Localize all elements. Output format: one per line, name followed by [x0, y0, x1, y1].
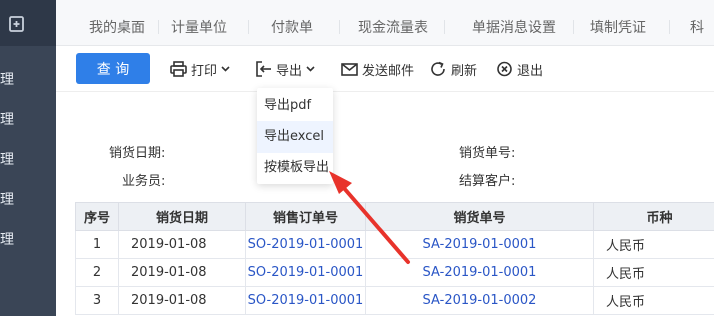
tab-doc-message-settings[interactable]: 单据消息设置: [472, 0, 556, 46]
row-currency: 人民币: [593, 286, 714, 315]
export-label: 导出: [276, 63, 303, 79]
send-mail-label: 发送邮件: [362, 63, 415, 79]
chevron-down-icon: [306, 66, 315, 72]
export-button[interactable]: 导出: [255, 58, 319, 80]
sidebar-item-3[interactable]: 理: [0, 149, 40, 169]
tab-unit-of-measure[interactable]: 计量单位: [171, 0, 227, 46]
row-sale-date: 2019-01-08: [118, 230, 246, 259]
col-header-sale-no[interactable]: 销货单号: [365, 202, 594, 231]
sale-date-label: 销货日期:: [109, 146, 166, 161]
app-root: 理 理 理 理 理 我的桌面 计量单位 付款单 现金流量表 单据消息设置 填制凭…: [0, 0, 714, 316]
col-header-currency[interactable]: 币种: [593, 202, 714, 231]
sale-no-label: 销货单号:: [459, 146, 516, 161]
tab-payment[interactable]: 付款单: [271, 0, 313, 46]
export-icon: [256, 61, 271, 77]
sidebar-item-4[interactable]: 理: [0, 189, 40, 209]
exit-label: 退出: [517, 63, 544, 79]
tab-divider: [669, 20, 670, 34]
col-header-sale-date[interactable]: 销货日期: [118, 202, 246, 231]
tab-partial[interactable]: 科: [690, 0, 704, 46]
sidebar: 理 理 理 理 理: [0, 0, 56, 316]
exit-button[interactable]: 退出: [496, 58, 543, 80]
export-dropdown-menu: 导出pdf 导出excel 按模板导出: [257, 88, 333, 184]
row-order-no-link[interactable]: SO-2019-01-0001: [245, 258, 366, 287]
refresh-icon: [431, 61, 445, 76]
row-currency: 人民币: [593, 258, 714, 287]
row-sale-date: 2019-01-08: [118, 286, 246, 315]
printer-icon: [170, 61, 187, 77]
refresh-button[interactable]: 刷新: [430, 58, 477, 80]
row-index: 2: [75, 258, 119, 287]
print-label: 打印: [191, 63, 218, 79]
row-sale-date: 2019-01-08: [118, 258, 246, 287]
query-button[interactable]: 查 询: [76, 53, 150, 84]
sidebar-header: [0, 0, 56, 46]
tab-fill-voucher[interactable]: 填制凭证: [590, 0, 646, 46]
toolbar: 查 询 打印 导出 发送邮件 刷新 退出: [56, 46, 714, 92]
col-header-order-no[interactable]: 销售订单号: [245, 202, 366, 231]
sidebar-item-2[interactable]: 理: [0, 109, 40, 129]
export-excel-option[interactable]: 导出excel: [257, 121, 333, 153]
tab-divider: [444, 20, 445, 34]
tab-divider: [158, 20, 159, 34]
print-button[interactable]: 打印: [170, 58, 234, 80]
row-order-no-link[interactable]: SO-2019-01-0001: [245, 230, 366, 259]
row-order-no-link[interactable]: SO-2019-01-0001: [245, 286, 366, 315]
tab-divider: [339, 20, 340, 34]
add-page-icon[interactable]: [8, 15, 26, 33]
row-index: 3: [75, 286, 119, 315]
export-pdf-option[interactable]: 导出pdf: [257, 90, 333, 122]
tab-my-desktop[interactable]: 我的桌面: [89, 0, 145, 46]
settle-customer-label: 结算客户:: [459, 174, 516, 189]
row-sale-no-link[interactable]: SA-2019-01-0002: [365, 286, 594, 315]
tab-bar: 我的桌面 计量单位 付款单 现金流量表 单据消息设置 填制凭证 科: [56, 0, 714, 46]
export-by-template-option[interactable]: 按模板导出: [257, 152, 333, 184]
sidebar-item-5[interactable]: 理: [0, 229, 40, 249]
row-sale-no-link[interactable]: SA-2019-01-0001: [365, 230, 594, 259]
tab-cash-flow[interactable]: 现金流量表: [358, 0, 428, 46]
tab-divider: [573, 20, 574, 34]
row-index: 1: [75, 230, 119, 259]
row-currency: 人民币: [593, 230, 714, 259]
row-sale-no-link[interactable]: SA-2019-01-0001: [365, 258, 594, 287]
chevron-down-icon: [221, 66, 230, 72]
table-header-row: 序号 销货日期 销售订单号 销货单号 币种: [75, 202, 714, 231]
close-circle-icon: [497, 61, 512, 77]
refresh-label: 刷新: [451, 63, 478, 79]
table-row[interactable]: 1 2019-01-08 SO-2019-01-0001 SA-2019-01-…: [75, 230, 714, 259]
send-mail-button[interactable]: 发送邮件: [341, 58, 414, 80]
sales-table: 序号 销货日期 销售订单号 销货单号 币种 1 2019-01-08 SO-20…: [75, 202, 714, 315]
tab-divider: [248, 20, 249, 34]
col-header-index[interactable]: 序号: [75, 202, 119, 231]
salesman-label: 业务员:: [122, 174, 166, 189]
table-row[interactable]: 2 2019-01-08 SO-2019-01-0001 SA-2019-01-…: [75, 258, 714, 287]
sidebar-item-1[interactable]: 理: [0, 69, 40, 89]
mail-icon: [341, 63, 358, 76]
table-row[interactable]: 3 2019-01-08 SO-2019-01-0001 SA-2019-01-…: [75, 286, 714, 315]
